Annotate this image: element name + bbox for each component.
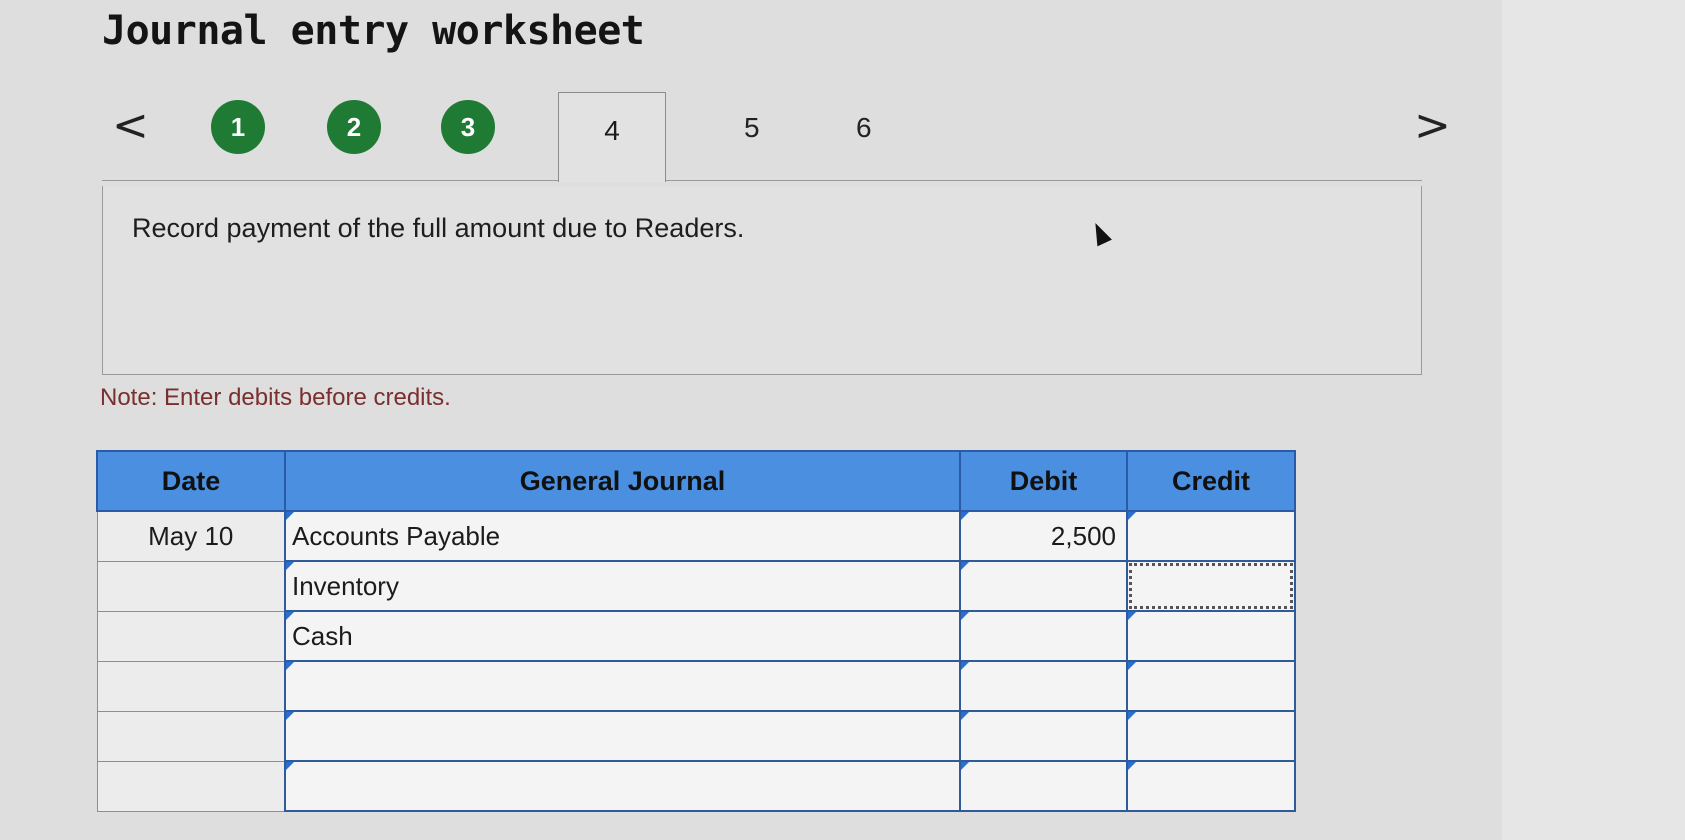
next-arrow-icon[interactable]: >: [1414, 104, 1451, 148]
dropdown-indicator-icon: [1128, 612, 1136, 620]
date-cell[interactable]: [96, 760, 286, 812]
dropdown-indicator-icon: [1128, 712, 1136, 720]
dropdown-indicator-icon: [286, 612, 294, 620]
credit-cell[interactable]: [1126, 510, 1296, 562]
date-cell[interactable]: [96, 560, 286, 612]
header-debit: Debit: [959, 450, 1128, 512]
dropdown-indicator-icon: [1128, 512, 1136, 520]
dropdown-indicator-icon: [961, 612, 969, 620]
step-2-completed[interactable]: 2: [327, 100, 381, 154]
debit-cell[interactable]: [959, 760, 1128, 812]
account-cell[interactable]: [284, 760, 961, 812]
credit-cell-focused[interactable]: [1126, 560, 1296, 612]
note-text: Note: Enter debits before credits.: [100, 384, 451, 411]
journal-table: Date General Journal Debit Credit May 10…: [96, 450, 1296, 812]
right-margin-panel: [1502, 0, 1685, 840]
dropdown-indicator-icon: [961, 512, 969, 520]
previous-arrow-icon[interactable]: <: [112, 104, 149, 148]
debit-value: 2,500: [1050, 520, 1116, 551]
credit-cell[interactable]: [1126, 660, 1296, 712]
header-general-journal: General Journal: [284, 450, 961, 512]
credit-cell[interactable]: [1126, 710, 1296, 762]
dropdown-indicator-icon: [286, 662, 294, 670]
header-date: Date: [96, 450, 286, 512]
account-cell[interactable]: Accounts Payable: [284, 510, 961, 562]
account-cell[interactable]: Cash: [284, 610, 961, 662]
dropdown-indicator-icon: [961, 712, 969, 720]
dropdown-indicator-icon: [961, 562, 969, 570]
debit-cell[interactable]: [959, 560, 1128, 612]
dropdown-indicator-icon: [286, 512, 294, 520]
account-cell[interactable]: [284, 660, 961, 712]
table-row: Inventory: [96, 560, 1296, 612]
date-cell[interactable]: [96, 660, 286, 712]
page-title: Journal entry worksheet: [102, 8, 645, 54]
account-cell[interactable]: [284, 710, 961, 762]
step-5[interactable]: 5: [744, 112, 760, 144]
debit-cell[interactable]: [959, 660, 1128, 712]
account-cell[interactable]: Inventory: [284, 560, 961, 612]
dropdown-indicator-icon: [286, 762, 294, 770]
header-credit: Credit: [1126, 450, 1296, 512]
table-row: Cash: [96, 610, 1296, 662]
credit-cell[interactable]: [1126, 760, 1296, 812]
step-6[interactable]: 6: [856, 112, 872, 144]
debit-cell[interactable]: [959, 710, 1128, 762]
tab-divider-line: [102, 180, 1422, 181]
dropdown-indicator-icon: [1128, 662, 1136, 670]
table-row: May 10 Accounts Payable 2,500: [96, 510, 1296, 562]
account-value: Cash: [292, 620, 353, 651]
debit-cell[interactable]: 2,500: [959, 510, 1128, 562]
step-3-completed[interactable]: 3: [441, 100, 495, 154]
account-value: Accounts Payable: [292, 520, 501, 551]
step-1-completed[interactable]: 1: [211, 100, 265, 154]
step-4-active-tab[interactable]: 4: [558, 92, 666, 182]
debit-cell[interactable]: [959, 610, 1128, 662]
credit-cell[interactable]: [1126, 610, 1296, 662]
dropdown-indicator-icon: [286, 562, 294, 570]
table-row: [96, 760, 1296, 812]
dropdown-indicator-icon: [1128, 762, 1136, 770]
dropdown-indicator-icon: [961, 662, 969, 670]
date-cell[interactable]: May 10: [96, 510, 286, 562]
account-value: Inventory: [292, 570, 399, 601]
instruction-text: Record payment of the full amount due to…: [132, 213, 745, 243]
date-cell[interactable]: [96, 710, 286, 762]
table-header-row: Date General Journal Debit Credit: [96, 450, 1296, 512]
table-row: [96, 710, 1296, 762]
dropdown-indicator-icon: [286, 712, 294, 720]
date-cell[interactable]: [96, 610, 286, 662]
dropdown-indicator-icon: [961, 762, 969, 770]
table-row: [96, 660, 1296, 712]
